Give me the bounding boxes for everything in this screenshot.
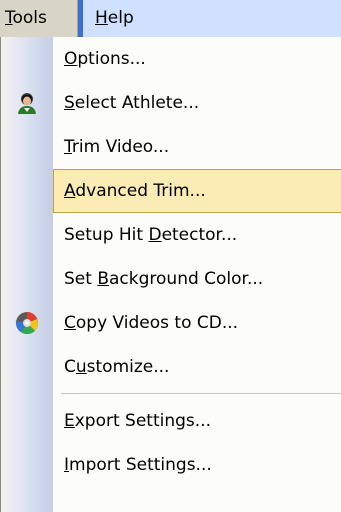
menu-item-label: Options... <box>64 49 146 69</box>
menu-item-import-settings[interactable]: Import Settings... <box>1 443 341 487</box>
menu-item-export-settings[interactable]: Export Settings... <box>1 399 341 443</box>
menu-item-label: Setup Hit Detector... <box>64 225 238 245</box>
menu-item-label: Copy Videos to CD... <box>64 313 239 333</box>
menu-item-label: Select Athlete... <box>64 93 200 113</box>
menu-item-label: Import Settings... <box>64 455 212 475</box>
menu-item-trim-video[interactable]: Trim Video... <box>1 125 341 169</box>
menu-tools-label: Tools <box>5 8 47 28</box>
athlete-icon <box>15 91 39 115</box>
menu-item-label: Export Settings... <box>64 411 211 431</box>
menu-tools[interactable]: Tools <box>0 0 78 37</box>
menu-bar: Tools Help <box>0 0 341 38</box>
menu-help[interactable]: Help <box>78 0 341 37</box>
menu-help-label: Help <box>95 8 134 28</box>
menu-item-label: Trim Video... <box>64 137 170 157</box>
menu-item-customize[interactable]: Customize... <box>1 345 341 389</box>
menu-item-label: Advanced Trim... <box>64 181 206 201</box>
menu-item-copy-videos-to-cd[interactable]: Copy Videos to CD... <box>1 301 341 345</box>
menu-separator <box>61 393 341 394</box>
menu-item-options[interactable]: Options... <box>1 37 341 81</box>
menu-item-label: Set Background Color... <box>64 269 264 289</box>
menu-item-select-athlete[interactable]: Select Athlete... <box>1 81 341 125</box>
menu-item-setup-hit-detector[interactable]: Setup Hit Detector... <box>1 213 341 257</box>
menu-item-set-background-color[interactable]: Set Background Color... <box>1 257 341 301</box>
cd-icon <box>15 311 39 335</box>
tools-dropdown-menu: Options... Select Athlete... Trim Video.… <box>0 37 341 512</box>
menu-item-advanced-trim[interactable]: Advanced Trim... <box>53 169 341 213</box>
menu-item-label: Customize... <box>64 357 170 377</box>
